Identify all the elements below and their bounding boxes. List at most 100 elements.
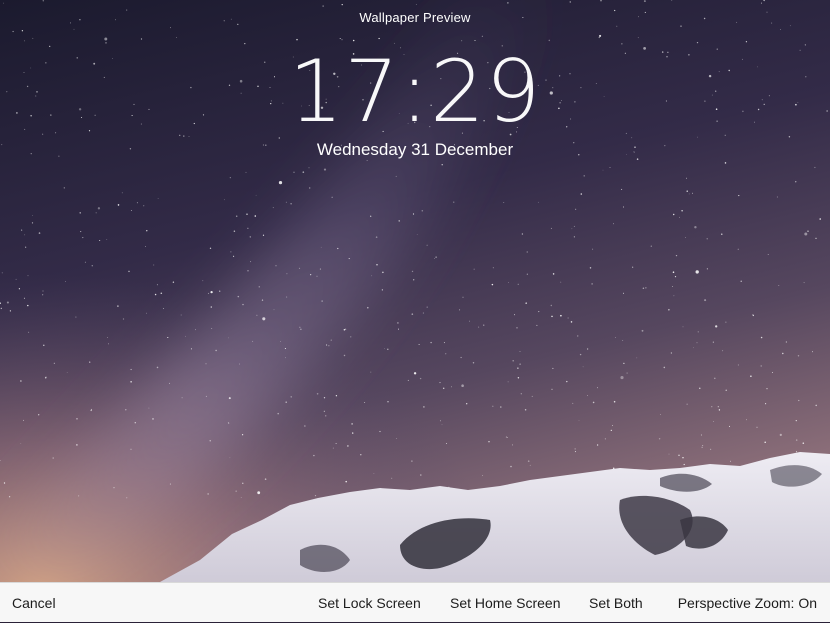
wallpaper-preview-title: Wallpaper Preview: [0, 10, 830, 25]
star: [444, 342, 445, 343]
star: [230, 177, 231, 178]
star: [99, 240, 100, 241]
star: [285, 401, 286, 402]
star: [686, 178, 687, 179]
star: [693, 347, 694, 348]
star: [250, 261, 251, 262]
star: [20, 380, 21, 381]
star: [597, 444, 598, 445]
star: [32, 215, 33, 216]
star: [276, 265, 277, 266]
star: [668, 309, 669, 310]
perspective-zoom-toggle[interactable]: Perspective Zoom: On: [678, 583, 817, 623]
star: [506, 437, 507, 438]
star: [687, 404, 688, 405]
star: [685, 237, 686, 238]
star: [367, 160, 368, 161]
star: [725, 322, 726, 323]
star: [367, 307, 369, 309]
star: [593, 402, 595, 404]
star: [741, 281, 742, 282]
star: [238, 296, 239, 297]
star: [242, 304, 243, 305]
star: [340, 38, 341, 39]
star: [135, 422, 136, 423]
star: [411, 460, 412, 461]
set-both-button[interactable]: Set Both: [589, 583, 643, 623]
star: [337, 248, 338, 249]
star: [478, 327, 479, 328]
star: [250, 236, 251, 237]
star: [155, 294, 157, 296]
star: [701, 435, 702, 436]
star: [760, 365, 761, 366]
star: [427, 245, 428, 246]
star: [615, 337, 616, 338]
star: [517, 367, 518, 368]
star: [795, 181, 796, 182]
star: [632, 267, 633, 268]
star: [551, 228, 552, 229]
star: [279, 181, 282, 184]
star: [568, 318, 569, 319]
star: [32, 38, 33, 39]
star: [757, 427, 758, 428]
star: [315, 495, 316, 496]
star: [336, 395, 337, 396]
star: [551, 316, 553, 318]
star: [819, 218, 821, 220]
star: [202, 280, 203, 281]
star: [707, 238, 708, 239]
star: [698, 331, 699, 332]
star: [702, 447, 703, 448]
star: [397, 322, 399, 324]
star: [1, 308, 2, 309]
star: [600, 0, 601, 1]
star: [746, 419, 747, 420]
star: [247, 228, 248, 229]
star: [153, 265, 154, 266]
star: [518, 284, 519, 285]
star: [609, 167, 610, 168]
set-lock-screen-button[interactable]: Set Lock Screen: [318, 583, 421, 623]
star: [45, 377, 47, 379]
star: [176, 37, 177, 38]
set-home-screen-button[interactable]: Set Home Screen: [450, 583, 561, 623]
star: [605, 438, 606, 439]
star: [459, 309, 460, 310]
star: [549, 40, 551, 42]
star: [211, 328, 212, 329]
star: [317, 393, 319, 395]
star: [107, 337, 108, 338]
star: [603, 170, 604, 171]
star: [591, 283, 593, 285]
star: [91, 409, 92, 410]
cancel-button[interactable]: Cancel: [12, 583, 56, 623]
star: [9, 496, 10, 497]
star: [364, 402, 365, 403]
star: [25, 247, 26, 248]
star: [697, 342, 698, 343]
star: [185, 336, 186, 337]
star: [181, 314, 182, 315]
star: [443, 388, 444, 389]
star: [336, 443, 337, 444]
star: [387, 401, 388, 402]
star: [671, 352, 672, 353]
star: [590, 267, 591, 268]
star: [24, 234, 25, 235]
star: [344, 329, 346, 331]
star: [803, 442, 805, 444]
star: [814, 167, 815, 168]
star: [780, 29, 781, 30]
star: [419, 344, 420, 345]
star: [710, 449, 711, 450]
star: [341, 39, 342, 40]
star: [638, 37, 639, 38]
star: [621, 189, 622, 190]
star: [645, 287, 646, 288]
star: [500, 406, 502, 408]
star: [205, 363, 206, 364]
star: [512, 360, 514, 362]
star: [599, 35, 601, 37]
